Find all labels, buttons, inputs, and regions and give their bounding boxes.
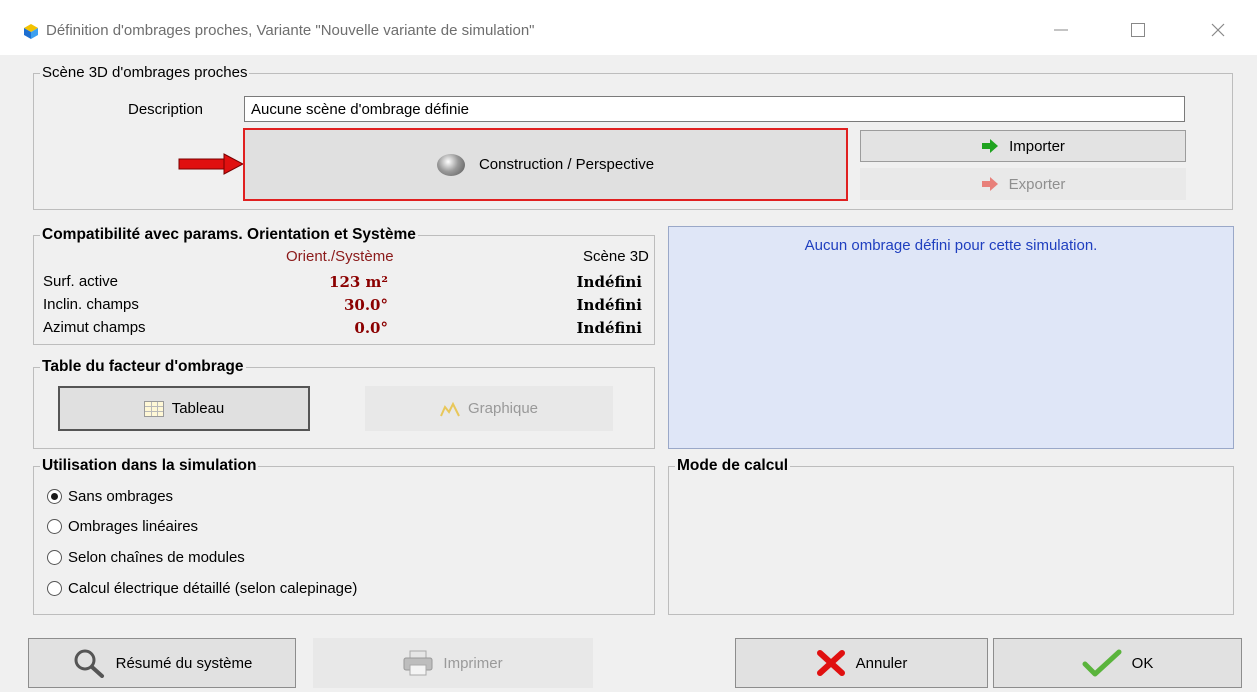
ok-button[interactable]: OK xyxy=(993,638,1242,688)
radio-detailed-electrical-indicator[interactable] xyxy=(47,581,62,596)
print-label: Imprimer xyxy=(443,654,503,672)
info-panel: Aucun ombrage défini pour cette simulati… xyxy=(668,226,1234,449)
radio-no-shading-label: Sans ombrages xyxy=(68,488,174,505)
import-button[interactable]: Importer xyxy=(860,130,1186,162)
maximize-button[interactable] xyxy=(1115,12,1161,48)
cancel-label: Annuler xyxy=(855,654,908,672)
radio-module-strings[interactable]: Selon chaînes de modules xyxy=(47,549,245,566)
radio-detailed-electrical[interactable]: Calcul électrique détaillé (selon calepi… xyxy=(47,580,357,597)
green-check-icon xyxy=(1082,649,1122,677)
graph-button-label: Graphique xyxy=(467,400,539,417)
system-summary-label: Résumé du système xyxy=(115,654,253,672)
chart-icon xyxy=(440,401,460,416)
radio-module-strings-label: Selon chaînes de modules xyxy=(68,549,245,566)
table-button[interactable]: Tableau xyxy=(58,386,310,431)
window-title: Définition d'ombrages proches, Variante … xyxy=(46,22,535,39)
info-message: Aucun ombrage défini pour cette simulati… xyxy=(804,237,1098,254)
print-button[interactable]: Imprimer xyxy=(313,638,593,688)
table-grid-icon xyxy=(143,400,164,417)
scene-group-legend: Scène 3D d'ombrages proches xyxy=(40,64,250,82)
export-arrow-icon xyxy=(981,177,998,191)
app-icon xyxy=(24,24,38,39)
minimize-icon xyxy=(1054,29,1068,31)
shading-factor-table-legend: Table du facteur d'ombrage xyxy=(40,358,246,376)
table-button-label: Tableau xyxy=(171,400,225,417)
cancel-button[interactable]: Annuler xyxy=(735,638,988,688)
azimuth-value: 0.0° xyxy=(354,319,388,337)
active-surface-label: Surf. active xyxy=(43,273,119,290)
system-summary-button[interactable]: Résumé du système xyxy=(28,638,296,688)
description-label: Description xyxy=(128,101,204,118)
radio-linear-shading-label: Ombrages linéaires xyxy=(68,518,199,535)
active-surface-scene: Indéfini xyxy=(576,273,642,291)
minimize-button[interactable] xyxy=(1038,12,1084,48)
close-button[interactable] xyxy=(1195,12,1241,48)
radio-no-shading-indicator[interactable] xyxy=(47,489,62,504)
tilt-scene: Indéfini xyxy=(576,296,642,314)
radio-linear-shading-indicator[interactable] xyxy=(47,519,62,534)
red-arrow-icon xyxy=(178,153,244,175)
import-label: Importer xyxy=(1009,137,1065,155)
maximize-icon xyxy=(1131,23,1145,37)
tilt-label: Inclin. champs xyxy=(43,296,139,313)
scene-3d-header: Scène 3D xyxy=(583,248,649,265)
calculation-mode-group: Mode de calcul xyxy=(668,457,1234,615)
usage-in-simulation-legend: Utilisation dans la simulation xyxy=(40,457,259,475)
orient-system-header: Orient./Système xyxy=(286,248,394,265)
red-x-icon xyxy=(816,650,845,676)
calculation-mode-legend: Mode de calcul xyxy=(675,457,791,475)
azimuth-scene: Indéfini xyxy=(576,319,642,337)
printer-icon xyxy=(403,650,433,676)
title-bar: Définition d'ombrages proches, Variante … xyxy=(0,0,1257,55)
search-icon xyxy=(74,649,104,678)
active-surface-value: 123 m² xyxy=(329,273,388,291)
export-button[interactable]: Exporter xyxy=(860,168,1186,200)
radio-detailed-electrical-label: Calcul électrique détaillé (selon calepi… xyxy=(68,580,358,597)
export-label: Exporter xyxy=(1008,175,1066,193)
radio-linear-shading[interactable]: Ombrages linéaires xyxy=(47,518,198,535)
radio-no-shading[interactable]: Sans ombrages xyxy=(47,488,173,505)
sphere-icon xyxy=(436,153,465,176)
construction-perspective-label: Construction / Perspective xyxy=(478,156,655,173)
tilt-value: 30.0° xyxy=(343,296,388,314)
import-arrow-icon xyxy=(982,139,999,153)
azimuth-label: Azimut champs xyxy=(43,319,146,336)
graph-button[interactable]: Graphique xyxy=(365,386,613,431)
construction-perspective-button[interactable]: Construction / Perspective xyxy=(243,128,848,201)
description-input[interactable] xyxy=(244,96,1185,122)
close-icon xyxy=(1211,23,1225,37)
radio-module-strings-indicator[interactable] xyxy=(47,550,62,565)
compatibility-group-legend: Compatibilité avec params. Orientation e… xyxy=(40,226,418,244)
ok-label: OK xyxy=(1131,654,1154,672)
